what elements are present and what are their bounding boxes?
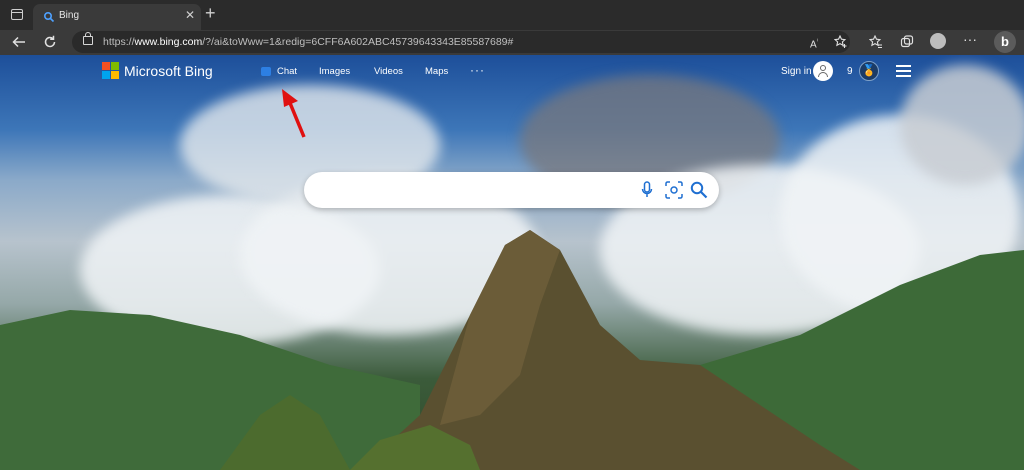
close-tab-icon[interactable]: ✕ [185, 8, 195, 22]
address-bar[interactable]: https://www.bing.com/?/ai&toWww=1&redig=… [72, 31, 850, 53]
search-box [304, 172, 719, 208]
brand-name: Microsoft Bing [124, 62, 213, 79]
bing-homepage: Microsoft Bing Chat Images Videos Maps ·… [0, 55, 1024, 470]
favorites-icon[interactable] [869, 35, 883, 49]
nav-chat[interactable]: Chat [277, 66, 297, 77]
tab-title: Bing [59, 10, 80, 21]
search-icon[interactable] [690, 181, 708, 199]
nav-images[interactable]: Images [319, 66, 350, 77]
microphone-icon[interactable] [641, 181, 653, 199]
nav-videos[interactable]: Videos [374, 66, 403, 77]
browser-toolbar: https://www.bing.com/?/ai&toWww=1&redig=… [0, 30, 1024, 55]
browser-tab[interactable]: Bing ✕ [33, 4, 201, 30]
mountains [0, 230, 1024, 470]
new-tab-icon[interactable]: + [205, 4, 216, 22]
red-arrow-annotation-icon [282, 89, 306, 138]
more-nav-icon[interactable]: ··· [470, 63, 485, 77]
chat-icon[interactable] [261, 67, 271, 76]
browser-tab-bar: Bing ✕ + [0, 0, 1024, 30]
profile-icon[interactable] [930, 33, 946, 49]
rewards-points: 9 [847, 66, 853, 77]
collections-icon[interactable] [900, 35, 914, 49]
rewards-medal-icon[interactable]: 🏅 [859, 61, 879, 81]
nav-maps[interactable]: Maps [425, 66, 448, 77]
bing-copilot-icon[interactable]: b [994, 31, 1016, 53]
read-aloud-icon[interactable]: A⁾ [810, 35, 818, 52]
lock-icon[interactable] [83, 32, 93, 45]
search-input[interactable] [320, 181, 634, 198]
hamburger-menu-icon[interactable] [896, 65, 911, 80]
microsoft-logo-icon [102, 62, 119, 79]
favorite-add-icon[interactable] [834, 35, 848, 49]
url-text[interactable]: https://www.bing.com/?/ai&toWww=1&redig=… [103, 36, 513, 48]
bing-favicon-icon [43, 11, 55, 23]
sign-in-link[interactable]: Sign in [781, 66, 812, 77]
refresh-icon[interactable] [43, 35, 57, 49]
visual-search-icon[interactable] [665, 181, 683, 199]
tab-actions-icon[interactable] [11, 9, 23, 20]
more-icon[interactable]: ··· [963, 32, 977, 46]
avatar[interactable] [813, 61, 833, 81]
back-arrow-icon[interactable] [12, 35, 26, 49]
bing-logo[interactable]: Microsoft Bing [102, 62, 213, 79]
